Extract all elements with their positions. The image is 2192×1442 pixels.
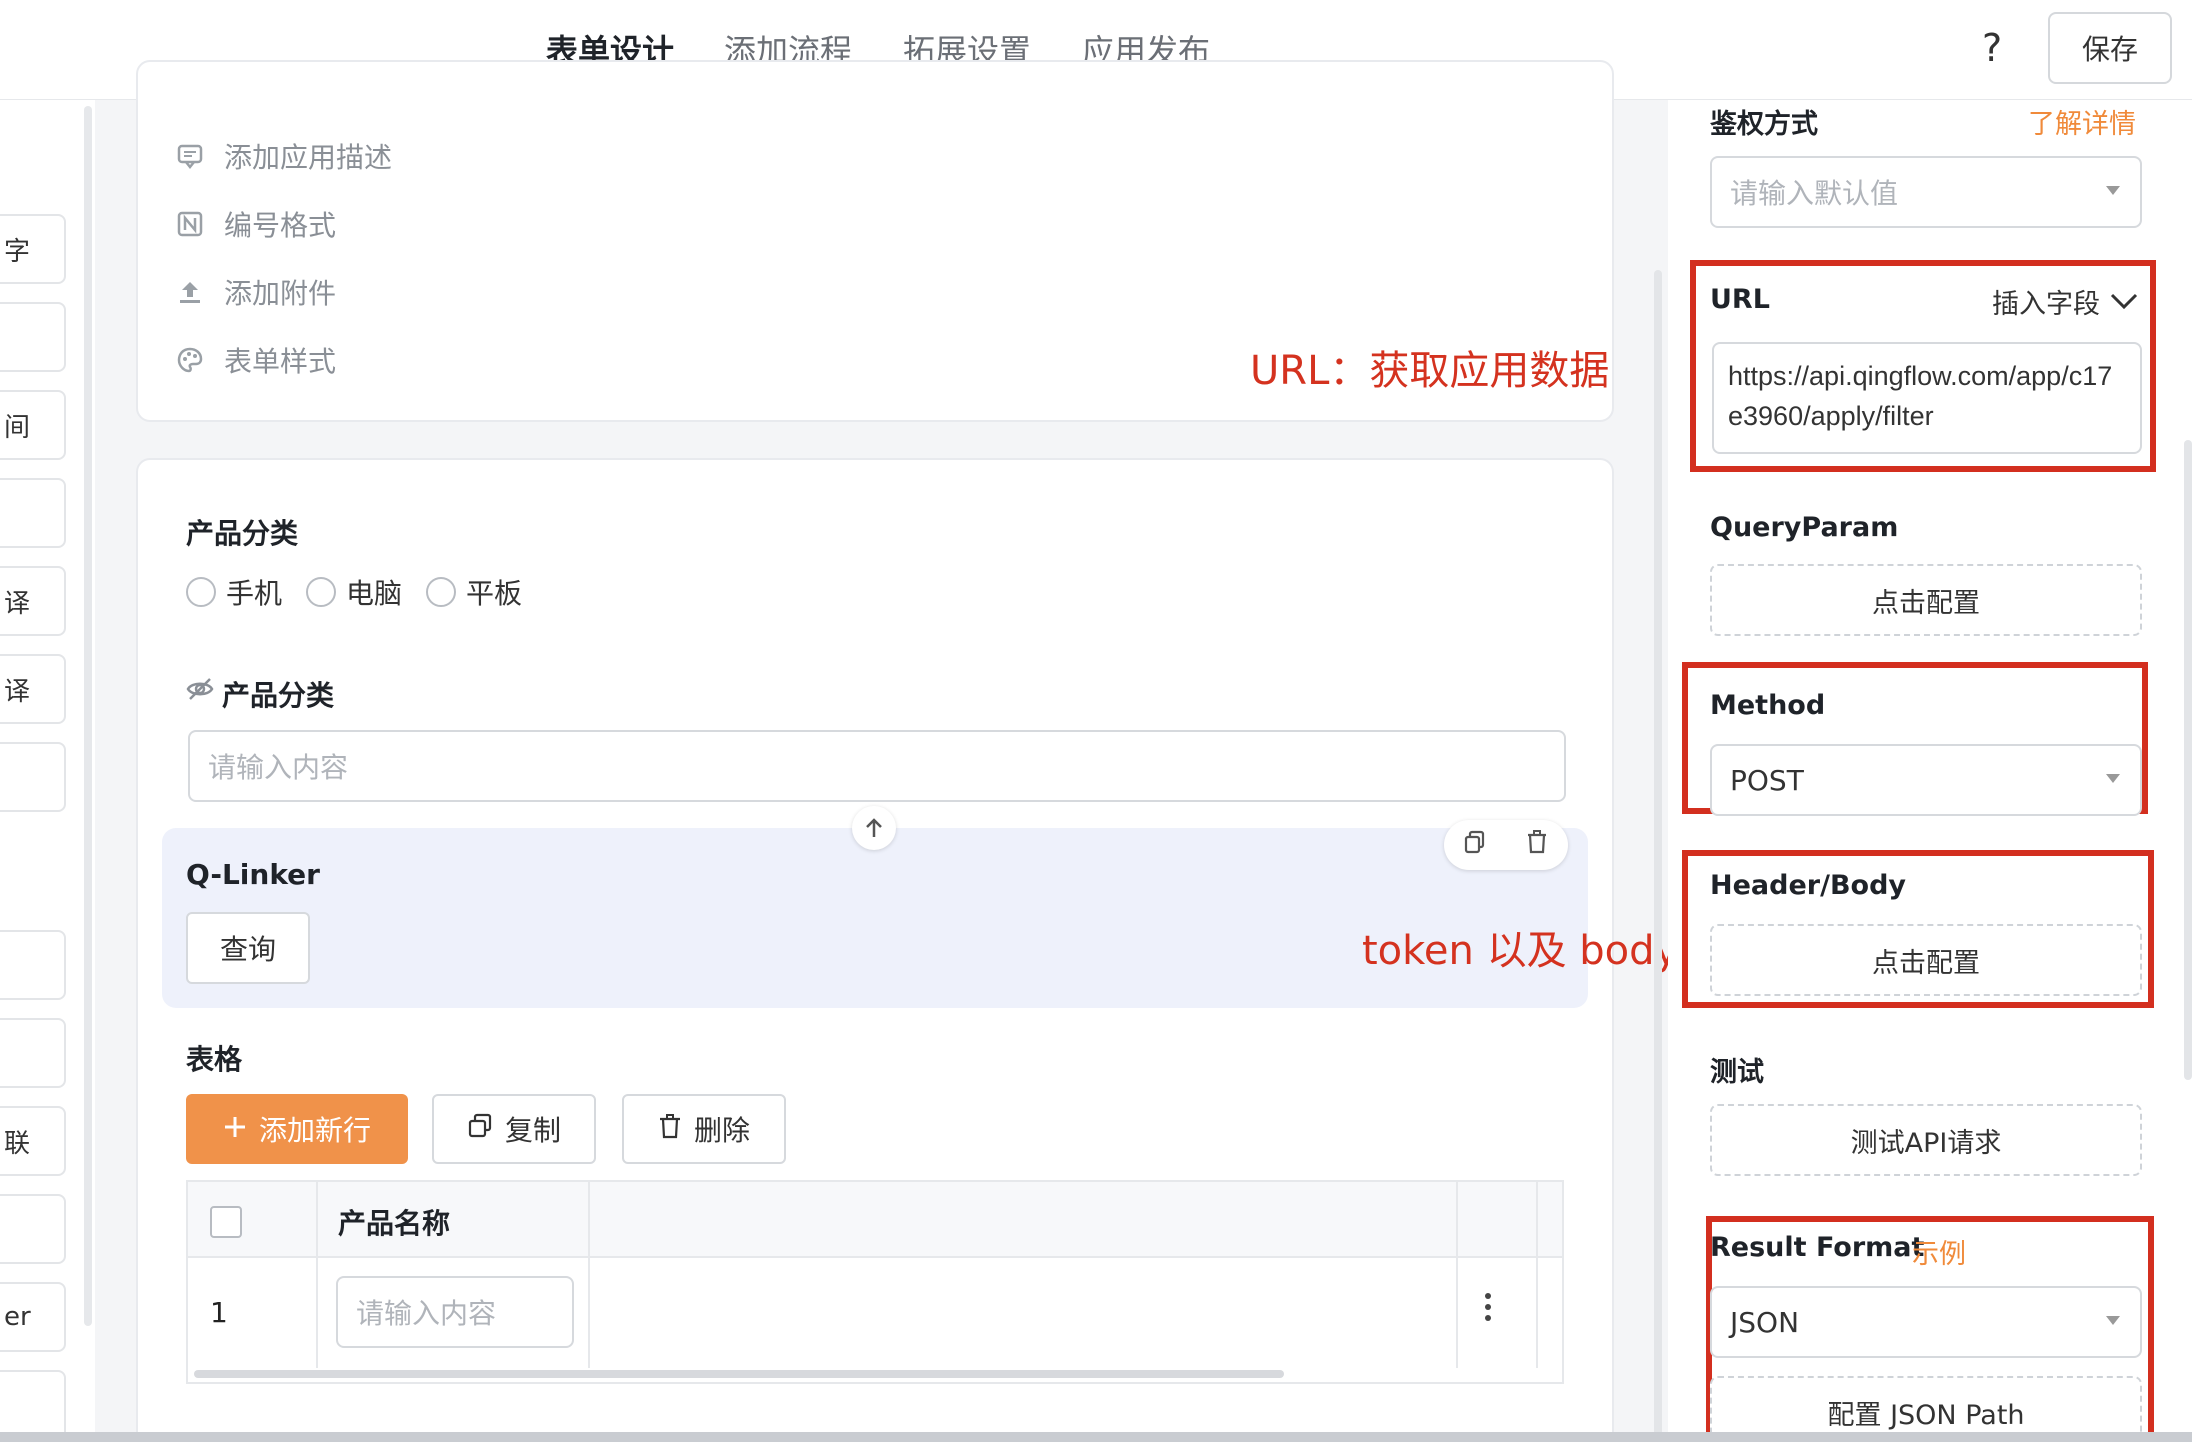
result-format-value: JSON — [1730, 1305, 1800, 1339]
delete-button[interactable]: 删除 — [622, 1094, 786, 1164]
result-format-label: Result Format — [1710, 1232, 1925, 1263]
test-label: 测试 — [1710, 1057, 1764, 1088]
sidebar-item[interactable] — [0, 302, 66, 372]
radio-phone[interactable] — [186, 577, 216, 607]
delete-label: 删除 — [693, 1114, 750, 1147]
add-description-item[interactable]: 添加应用描述 — [176, 136, 392, 176]
form-style-item[interactable]: 表单样式 — [176, 340, 336, 380]
palette-icon — [176, 346, 204, 374]
queryparam-label: QueryParam — [1710, 512, 1899, 543]
sidebar-item[interactable]: 联 — [0, 1106, 66, 1176]
sidebar-item[interactable]: er — [0, 1282, 66, 1352]
menu-item-label: 添加应用描述 — [224, 141, 393, 174]
canvas-scrollbar[interactable] — [1654, 270, 1662, 1440]
chevron-down-icon — [2106, 1316, 2120, 1325]
method-value: POST — [1730, 763, 1804, 797]
select-all-checkbox[interactable] — [210, 1206, 242, 1238]
menu-item-label: 编号格式 — [224, 209, 337, 242]
move-up-icon[interactable] — [852, 806, 896, 850]
field-label: 产品分类 — [222, 679, 335, 712]
header-body-label: Header/Body — [1710, 870, 1907, 901]
sidebar-item[interactable] — [0, 1370, 66, 1440]
radio-label: 手机 — [226, 577, 283, 610]
sidebar-item[interactable]: 间 — [0, 390, 66, 460]
query-button[interactable]: 查询 — [186, 912, 310, 984]
annotation-url: URL：获取应用数据 — [1250, 348, 1610, 394]
select-placeholder: 请输入默认值 — [1730, 177, 1899, 210]
sidebar-item[interactable] — [0, 1018, 66, 1088]
url-label: URL — [1710, 284, 1770, 315]
learn-more-link[interactable]: 了解详情 — [2028, 102, 2136, 141]
trash-icon[interactable] — [1526, 830, 1548, 860]
bottom-edge — [0, 1432, 2192, 1442]
insert-field-dropdown[interactable]: 插入字段 — [1992, 282, 2138, 321]
upload-icon — [176, 278, 204, 306]
copy-label: 复制 — [504, 1114, 561, 1147]
sidebar-item[interactable]: 字 — [0, 214, 66, 284]
insert-field-label: 插入字段 — [1992, 289, 2100, 320]
menu-item-label: 添加附件 — [224, 277, 337, 310]
table-horizontal-scrollbar[interactable] — [194, 1370, 1284, 1378]
product-name-input[interactable]: 请输入内容 — [336, 1276, 574, 1348]
column-divider — [1456, 1182, 1458, 1368]
copy-icon — [467, 1113, 493, 1146]
product-category-radio-group: 手机 电脑 平板 — [186, 572, 546, 612]
column-header-product-name: 产品名称 — [338, 1207, 451, 1240]
chevron-down-icon — [2110, 286, 2138, 317]
chevron-down-icon — [2106, 186, 2120, 195]
add-row-label: 添加新行 — [258, 1114, 371, 1147]
trash-icon — [658, 1113, 682, 1146]
hidden-eye-icon — [186, 675, 214, 707]
column-divider — [1536, 1182, 1538, 1368]
menu-item-label: 表单样式 — [224, 345, 337, 378]
number-format-item[interactable]: 编号格式 — [176, 204, 336, 244]
help-icon[interactable]: ? — [1982, 26, 2002, 70]
test-api-button[interactable]: 测试API请求 — [1710, 1104, 2142, 1176]
radio-computer[interactable] — [306, 577, 337, 607]
sidebar-item[interactable]: 译 — [0, 566, 66, 636]
auth-method-label: 鉴权方式 — [1710, 109, 1818, 140]
field-label: 产品分类 — [186, 517, 299, 550]
example-link[interactable]: 示例 — [1912, 1232, 1966, 1271]
add-row-button[interactable]: 添加新行 — [186, 1094, 408, 1164]
sidebar-item[interactable]: 译 — [0, 654, 66, 724]
sidebar-item[interactable] — [0, 478, 66, 548]
copy-icon[interactable] — [1464, 830, 1486, 860]
copy-button[interactable]: 复制 — [432, 1094, 596, 1164]
sidebar-item[interactable] — [0, 1194, 66, 1264]
left-scrollbar[interactable] — [84, 106, 92, 1326]
radio-label: 电脑 — [346, 577, 403, 610]
auth-method-select[interactable]: 请输入默认值 — [1710, 156, 2142, 228]
qlinker-label: Q-Linker — [186, 858, 320, 891]
queryparam-config-button[interactable]: 点击配置 — [1710, 564, 2142, 636]
url-textarea[interactable]: https://api.qingflow.com/app/c17e3960/ap… — [1712, 342, 2142, 454]
row-index: 1 — [210, 1296, 228, 1329]
subtable: 产品名称 1 请输入内容 — [186, 1180, 1564, 1384]
radio-label: 平板 — [466, 577, 523, 610]
number-format-icon — [176, 210, 204, 238]
column-divider — [588, 1182, 590, 1368]
column-divider — [316, 1182, 318, 1368]
method-label: Method — [1710, 690, 1826, 721]
plus-icon — [223, 1113, 247, 1146]
method-select[interactable]: POST — [1710, 744, 2142, 816]
field-actions — [1444, 820, 1568, 870]
add-attachment-item[interactable]: 添加附件 — [176, 272, 336, 312]
chevron-down-icon — [2106, 774, 2120, 783]
table-header: 产品名称 — [188, 1182, 1562, 1258]
product-category-input[interactable]: 请输入内容 — [188, 730, 1566, 802]
sidebar-item[interactable] — [0, 742, 66, 812]
annotation-token: token 以及 body — [1362, 928, 1679, 974]
comment-icon — [176, 142, 204, 170]
panel-scrollbar[interactable] — [2184, 440, 2192, 1080]
more-vertical-icon[interactable] — [1484, 1292, 1492, 1326]
result-format-select[interactable]: JSON — [1710, 1286, 2142, 1358]
header-body-config-button[interactable]: 点击配置 — [1710, 924, 2142, 996]
table-label: 表格 — [186, 1043, 243, 1076]
sidebar-item[interactable] — [0, 930, 66, 1000]
radio-tablet[interactable] — [426, 577, 457, 607]
save-button[interactable]: 保存 — [2048, 12, 2172, 84]
